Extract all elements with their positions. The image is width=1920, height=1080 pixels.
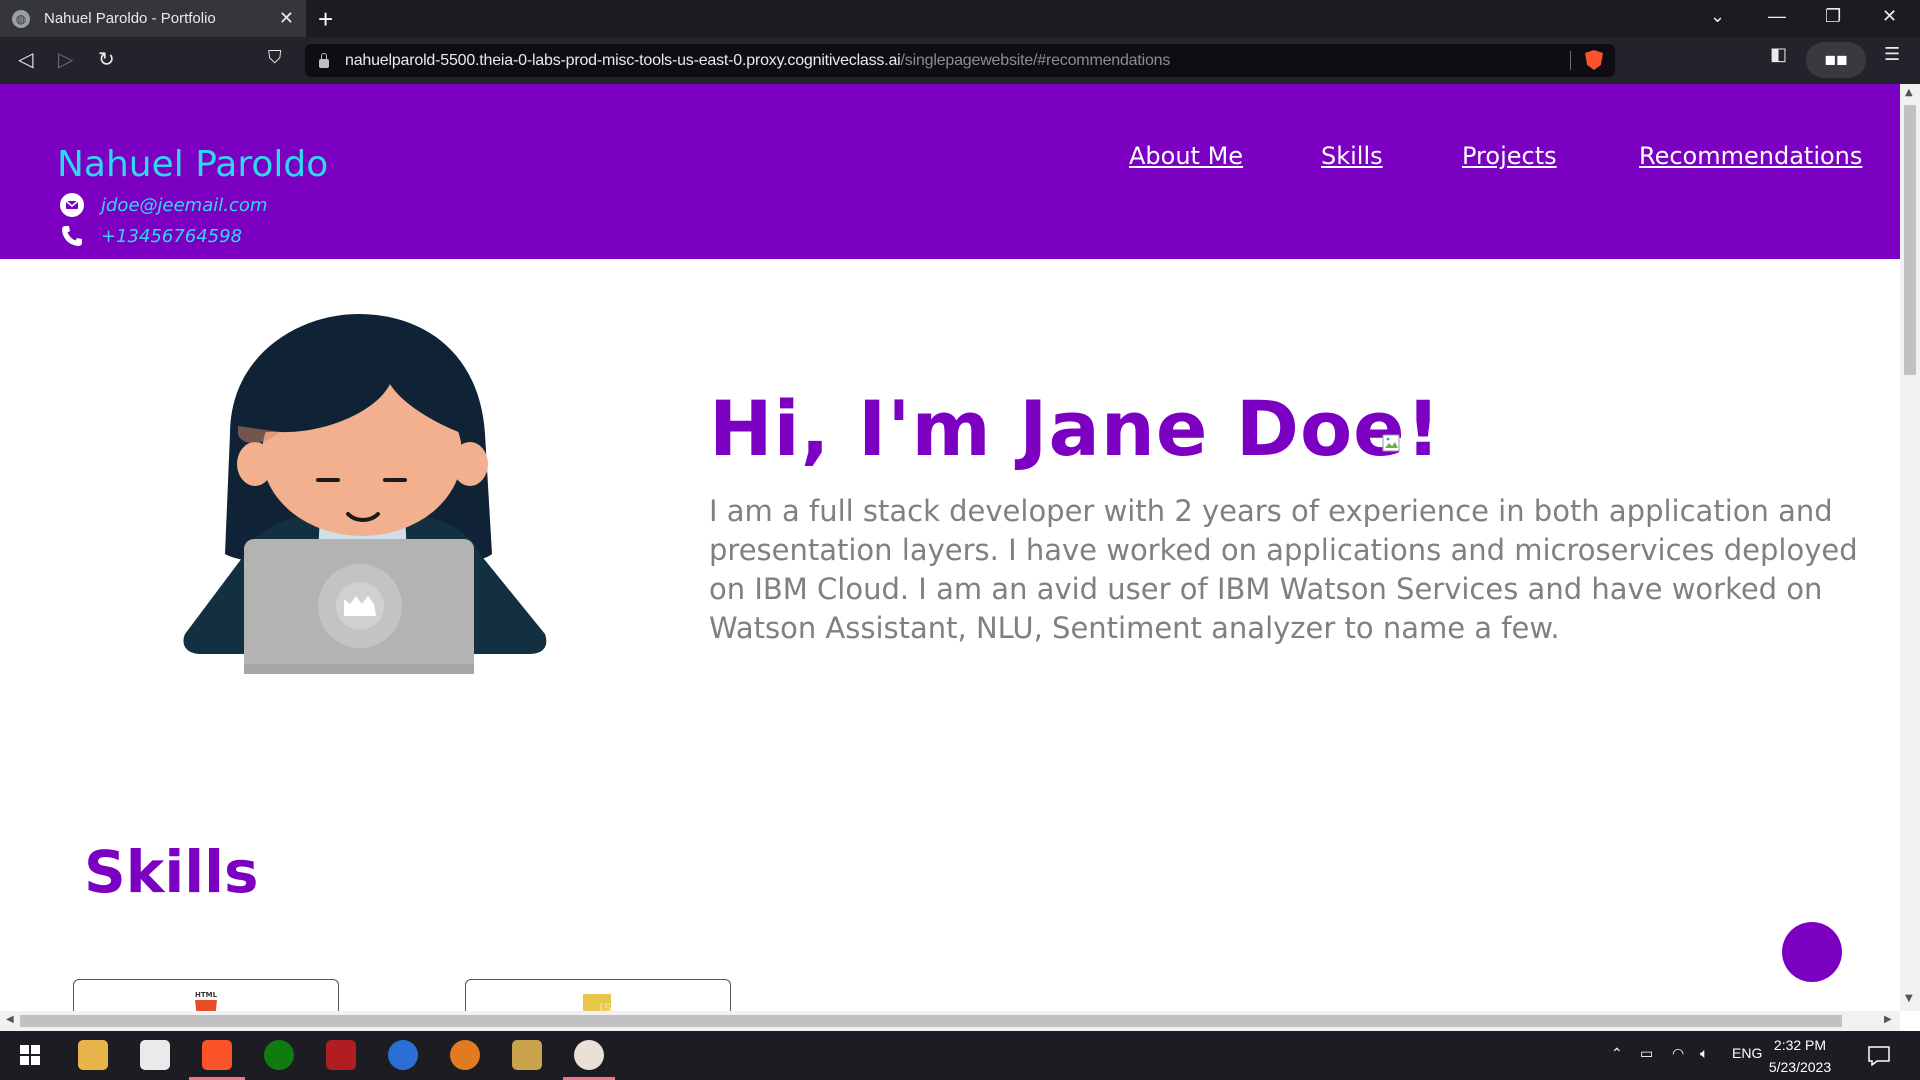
browser-tabbar: ◍ Nahuel Paroldo - Portfolio ✕ + ⌄ — ❐ ✕ xyxy=(0,0,1920,37)
language-indicator[interactable]: ENG xyxy=(1732,1045,1762,1061)
wifi-icon[interactable]: ◠ xyxy=(1672,1045,1684,1062)
phone-link[interactable]: +13456764598 xyxy=(101,226,242,247)
sidebar-icon[interactable]: ◧ xyxy=(1770,44,1787,65)
js-icon: JS xyxy=(583,994,611,1011)
scroll-down-arrow-icon[interactable]: ▼ xyxy=(1905,993,1913,1004)
nav-projects[interactable]: Projects xyxy=(1462,142,1557,170)
brave-shield-icon[interactable] xyxy=(1585,50,1603,70)
url-separator xyxy=(1570,51,1571,70)
taskbar-clock[interactable]: 2:32 PM 5/23/2023 xyxy=(1768,1034,1832,1078)
globe-icon: ◍ xyxy=(12,9,30,28)
battery-icon[interactable]: ▭ xyxy=(1640,1045,1653,1062)
developer-illustration xyxy=(183,314,547,674)
brave-wallet-icon[interactable]: ◼◼ xyxy=(1806,42,1866,78)
close-window-button[interactable]: ✕ xyxy=(1882,6,1897,27)
js-icon-label: JS xyxy=(598,1001,611,1011)
lock-icon xyxy=(319,52,329,68)
phone-contact[interactable]: +13456764598 xyxy=(60,224,242,248)
minimize-button[interactable]: — xyxy=(1768,6,1786,27)
url-host: nahuelparold-5500.theia-0-labs-prod-misc… xyxy=(345,51,901,69)
windows-start-icon[interactable] xyxy=(20,1045,40,1065)
volume-icon[interactable]: 🔈︎ xyxy=(1700,1045,1708,1062)
nav-skills[interactable]: Skills xyxy=(1321,142,1383,170)
tab-search-chevron-icon[interactable]: ⌄ xyxy=(1710,6,1725,27)
envelope-icon xyxy=(60,193,84,217)
html-icon: HTML xyxy=(195,991,218,1011)
hero-description: I am a full stack developer with 2 years… xyxy=(709,494,1858,645)
reload-icon[interactable]: ↻ xyxy=(98,47,115,71)
hero-title: Hi, I'm Jane Doe! xyxy=(709,384,1442,473)
tray-chevron-icon[interactable]: ⌃ xyxy=(1611,1045,1623,1062)
site-brand: Nahuel Paroldo xyxy=(57,144,329,185)
floating-action-button[interactable] xyxy=(1782,922,1842,982)
phone-icon xyxy=(60,224,84,248)
bookmark-icon[interactable]: ⛉ xyxy=(268,47,282,68)
scroll-up-arrow-icon[interactable]: ▲ xyxy=(1905,87,1913,98)
notification-center-icon[interactable] xyxy=(1868,1046,1890,1066)
skills-title: Skills xyxy=(84,838,259,906)
league-of-legends-icon[interactable] xyxy=(512,1040,542,1070)
menu-icon[interactable]: ☰ xyxy=(1884,44,1900,65)
skill-card-html: HTML xyxy=(73,979,339,1011)
url-bar[interactable]: nahuelparold-5500.theia-0-labs-prod-misc… xyxy=(305,44,1615,77)
fl-studio-icon[interactable] xyxy=(450,1040,480,1070)
back-icon[interactable]: ◁ xyxy=(18,47,33,71)
tab-close-button[interactable]: ✕ xyxy=(279,8,294,29)
email-contact[interactable]: jdoe@jeemail.com xyxy=(60,193,267,217)
xbox-icon[interactable] xyxy=(264,1040,294,1070)
new-tab-button[interactable]: + xyxy=(318,4,333,35)
game-launcher-icon[interactable] xyxy=(326,1040,356,1070)
scroll-left-arrow-icon[interactable]: ◀ xyxy=(6,1014,14,1025)
brave-browser-icon[interactable] xyxy=(202,1040,232,1070)
forward-icon[interactable]: ▷ xyxy=(58,47,73,71)
clock-time: 2:32 PM xyxy=(1773,1037,1827,1053)
html-icon-label: HTML xyxy=(195,991,218,999)
tab-title: Nahuel Paroldo - Portfolio xyxy=(44,10,216,27)
paint-icon[interactable] xyxy=(574,1040,604,1070)
browser-tab[interactable]: ◍ Nahuel Paroldo - Portfolio ✕ xyxy=(0,0,306,37)
site-header: Nahuel Paroldo jdoe@jeemail.com +1345676… xyxy=(0,84,1900,259)
scroll-right-arrow-icon[interactable]: ▶ xyxy=(1884,1014,1892,1025)
clock-date: 5/23/2023 xyxy=(1768,1059,1832,1075)
vertical-scroll-thumb[interactable] xyxy=(1904,105,1916,375)
broken-image-icon xyxy=(1382,434,1400,452)
nav-about-me[interactable]: About Me xyxy=(1129,142,1243,170)
app-icon[interactable] xyxy=(388,1040,418,1070)
skill-card-js: JS xyxy=(465,979,731,1011)
file-explorer-icon[interactable] xyxy=(78,1040,108,1070)
email-link[interactable]: jdoe@jeemail.com xyxy=(101,195,267,216)
horizontal-scroll-thumb[interactable] xyxy=(20,1015,1842,1027)
microsoft-store-icon[interactable] xyxy=(140,1040,170,1070)
url-path: /singlepagewebsite/#recommendations xyxy=(900,51,1171,69)
nav-recommendations[interactable]: Recommendations xyxy=(1639,142,1862,170)
restore-button[interactable]: ❐ xyxy=(1825,6,1841,27)
web-page: Nahuel Paroldo jdoe@jeemail.com +1345676… xyxy=(0,84,1900,1011)
